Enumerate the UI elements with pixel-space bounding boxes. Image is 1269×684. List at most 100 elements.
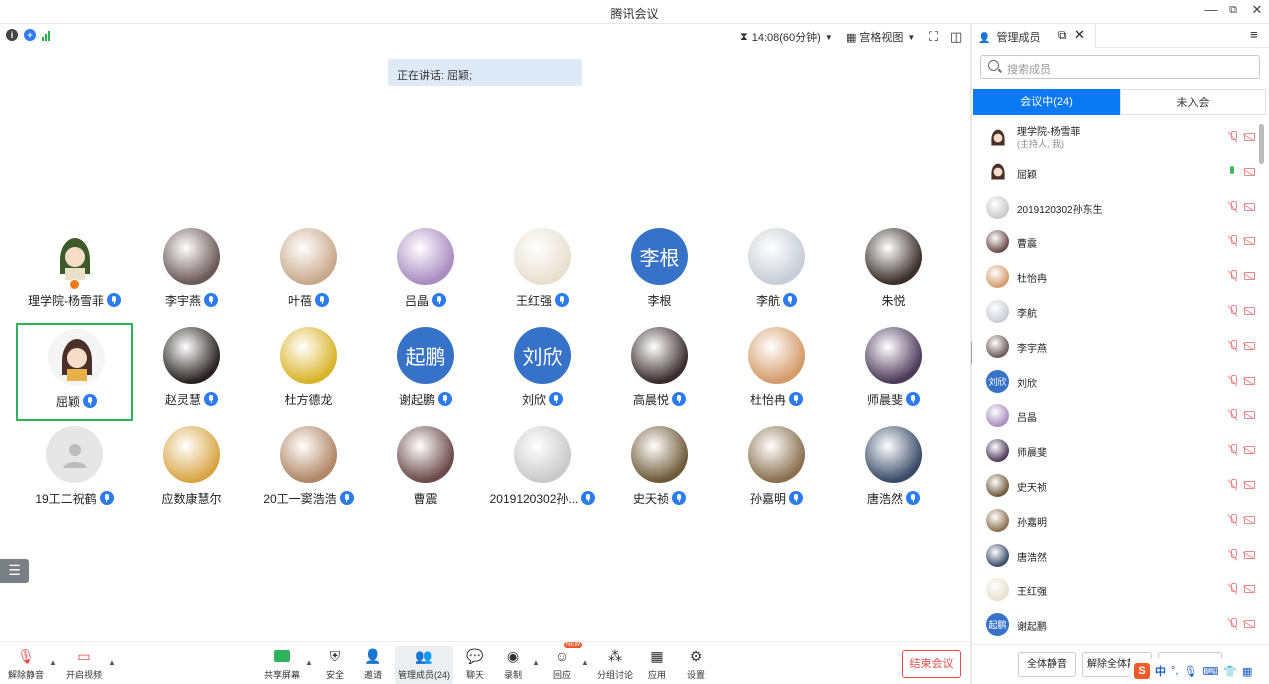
chevron-up-icon[interactable]: ▲ — [49, 658, 57, 667]
mic-muted-icon[interactable] — [1228, 270, 1238, 282]
popout-icon[interactable]: ⧉ — [1058, 28, 1067, 43]
member-row[interactable]: 曹震 — [972, 224, 1260, 259]
mic-muted-icon[interactable] — [1228, 479, 1238, 491]
mic-muted-icon[interactable] — [1228, 339, 1238, 352]
keyboard-icon[interactable]: ⌨ — [1202, 665, 1218, 678]
camera-off-icon[interactable] — [1244, 411, 1255, 420]
info-icon[interactable]: i — [6, 29, 18, 41]
end-meeting-button[interactable]: 结束会议 — [902, 650, 961, 678]
camera-off-icon[interactable] — [1244, 202, 1255, 211]
member-row[interactable]: 唐浩然 — [972, 538, 1260, 573]
sogou-icon[interactable]: S — [1134, 663, 1150, 679]
member-row[interactable]: 李宇燕 — [972, 329, 1260, 364]
participant-tile[interactable]: 理学院-杨雪菲 — [16, 224, 133, 322]
member-row[interactable]: 师晨斐 — [972, 433, 1260, 468]
mic-muted-icon[interactable] — [1228, 409, 1238, 421]
camera-off-icon[interactable] — [1244, 272, 1255, 281]
member-row[interactable]: 屈颖 — [972, 155, 1260, 190]
manage-members-button[interactable]: 👥 管理成员(24) — [395, 646, 453, 684]
close-icon[interactable]: ✕ — [1074, 27, 1085, 43]
member-search-input[interactable]: 搜索成员 — [980, 55, 1260, 79]
shirt-icon[interactable]: 👕 — [1223, 665, 1237, 678]
participant-tile[interactable]: 唐浩然 — [835, 422, 952, 520]
participant-tile[interactable]: 应数康慧尔 — [133, 422, 250, 520]
mic-muted-icon[interactable] — [1228, 374, 1238, 387]
participant-tile[interactable]: 孙嘉明 — [718, 422, 835, 520]
participant-tile[interactable]: 李宇燕 — [133, 224, 250, 322]
participant-tile[interactable]: 曹震 — [367, 422, 484, 520]
member-row[interactable]: 理学院-杨雪菲 (主持人, 我) — [972, 120, 1260, 155]
participant-tile[interactable]: 叶蓓 — [250, 224, 367, 322]
mute-all-button[interactable]: 全体静音 — [1018, 652, 1076, 677]
member-row[interactable]: 王红强 — [972, 572, 1260, 607]
view-switcher[interactable]: ▦ 宫格视图 ▼ — [846, 29, 915, 45]
chevron-up-icon[interactable]: ▲ — [108, 658, 116, 667]
signal-icon[interactable] — [42, 29, 50, 41]
sidebar-toggle-icon[interactable]: ◫ — [950, 29, 962, 45]
settings-button[interactable]: ⚙ 设置 — [681, 646, 711, 684]
participant-tile[interactable]: 史天祯 — [601, 422, 718, 520]
participant-tile[interactable]: 王红强 — [484, 224, 601, 322]
camera-off-icon[interactable] — [1244, 237, 1255, 246]
participant-tile[interactable]: 起鹏 谢起鹏 — [367, 323, 484, 421]
invite-button[interactable]: 👤 邀请 — [358, 646, 388, 684]
participant-tile[interactable]: 李航 — [718, 224, 835, 322]
mic-on-icon[interactable] — [1228, 165, 1236, 178]
participant-tile[interactable]: 师晨斐 — [835, 323, 952, 421]
mic-muted-icon[interactable] — [1228, 305, 1238, 317]
mic-muted-icon[interactable] — [1228, 548, 1238, 561]
mic-muted-icon[interactable] — [1228, 200, 1238, 213]
member-row[interactable]: 2019120302孙东生 — [972, 190, 1260, 225]
ime-lang[interactable]: 中 — [1155, 663, 1166, 679]
chevron-up-icon[interactable]: ▲ — [532, 658, 540, 667]
camera-off-icon[interactable] — [1244, 376, 1255, 385]
participant-tile[interactable]: 赵灵慧 — [133, 323, 250, 421]
participant-tile[interactable]: 19工二祝鹤 — [16, 422, 133, 520]
participant-tile[interactable]: 2019120302孙... — [484, 422, 601, 520]
camera-off-icon[interactable] — [1244, 307, 1255, 315]
start-video-button[interactable]: ▭ 开启视频 — [63, 646, 105, 684]
shield-icon[interactable]: + — [24, 29, 36, 41]
participant-tile[interactable]: 20工一窦浩浩 — [250, 422, 367, 520]
apps-button[interactable]: ▦ 应用 — [642, 646, 672, 684]
camera-off-icon[interactable] — [1244, 515, 1255, 524]
share-screen-button[interactable]: 共享屏幕 — [262, 646, 302, 684]
breakout-button[interactable]: ⁂ 分组讨论 — [595, 646, 635, 684]
camera-off-icon[interactable] — [1244, 167, 1255, 176]
react-button[interactable]: ☺ 回应 NEW — [547, 642, 582, 684]
tab-in-meeting[interactable]: 会议中(24) — [973, 89, 1120, 115]
member-row[interactable]: 刘欣 刘欣 — [972, 364, 1260, 399]
chevron-up-icon[interactable]: ▲ — [581, 658, 589, 667]
member-row[interactable]: 孙嘉明 — [972, 503, 1260, 538]
participant-tile[interactable]: 高晨悦 — [601, 323, 718, 421]
punctuation-icon[interactable]: °, — [1171, 665, 1178, 677]
mic-muted-icon[interactable] — [1228, 235, 1238, 247]
member-row[interactable]: 杜怡冉 — [972, 259, 1260, 294]
camera-off-icon[interactable] — [1244, 550, 1255, 559]
mic-muted-icon[interactable] — [1228, 513, 1238, 526]
restore-icon[interactable]: ⧉ — [1221, 4, 1245, 17]
participant-tile[interactable]: 朱悦 — [835, 224, 952, 322]
close-icon[interactable]: ✕ — [1245, 2, 1269, 18]
participant-tile[interactable]: 杜怡冉 — [718, 323, 835, 421]
camera-off-icon[interactable] — [1244, 341, 1255, 350]
tab-not-joined[interactable]: 未入会 — [1120, 89, 1266, 115]
security-button[interactable]: ⛨ 安全 — [320, 646, 350, 684]
participant-tile[interactable]: 杜方德龙 — [250, 323, 367, 421]
chevron-up-icon[interactable]: ▲ — [305, 658, 313, 667]
mic-muted-icon[interactable] — [1228, 618, 1238, 630]
member-row[interactable]: 史天祯 — [972, 468, 1260, 503]
mic-muted-icon[interactable] — [1228, 444, 1238, 456]
record-button[interactable]: ◉ 录制 — [498, 646, 528, 684]
menu-icon[interactable]: ≡ — [1250, 27, 1258, 42]
camera-off-icon[interactable] — [1244, 133, 1255, 141]
meeting-timer[interactable]: ⧗ 14:08(60分钟) ▼ — [740, 29, 833, 45]
member-row[interactable]: 吕晶 — [972, 398, 1260, 433]
camera-off-icon[interactable] — [1244, 620, 1255, 629]
unmute-button[interactable]: 🎙 解除静音 — [6, 646, 46, 684]
participant-tile[interactable]: 李根 李根 — [601, 224, 718, 322]
participant-tile[interactable]: 吕晶 — [367, 224, 484, 322]
grid-icon[interactable]: ▦ — [1242, 665, 1252, 678]
mic-icon[interactable]: 🎙 — [1183, 665, 1197, 678]
scrollbar[interactable] — [1259, 124, 1264, 164]
